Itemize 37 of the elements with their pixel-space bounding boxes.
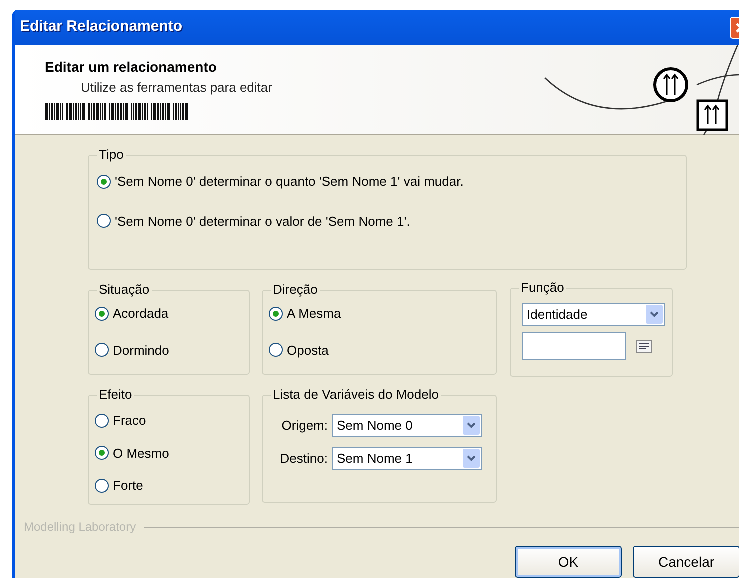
chevron-down-icon[interactable] — [463, 449, 480, 468]
header-title: Editar um relacionamento — [45, 58, 218, 77]
text-lines-icon[interactable] — [636, 340, 652, 352]
radio-icon[interactable] — [269, 343, 283, 358]
radio-option[interactable]: Acordada — [95, 304, 249, 324]
radio-option[interactable]: Fraco — [95, 411, 249, 430]
radio-icon[interactable] — [95, 414, 109, 428]
chevron-down-icon[interactable] — [646, 305, 663, 324]
radio-option[interactable]: O Mesmo — [95, 444, 249, 463]
dropdown[interactable]: Sem Nome 1 — [332, 447, 482, 470]
dropdown[interactable]: Identidade — [522, 303, 665, 326]
radio-icon[interactable] — [95, 446, 109, 460]
radio-icon[interactable] — [95, 343, 109, 358]
group-label: Tipo — [97, 147, 126, 163]
radio-option[interactable]: 'Sem Nome 0' determinar o quanto 'Sem Nome 1' vai mudar. — [97, 172, 686, 192]
group-label: Situação — [97, 282, 152, 298]
group-label: Função — [519, 280, 566, 296]
radio-icon[interactable] — [95, 478, 109, 493]
dropdown[interactable]: Sem Nome 0 — [332, 414, 482, 437]
text-field[interactable] — [522, 332, 626, 360]
radio-icon[interactable] — [269, 306, 283, 321]
window-title: Editar Relacionamento — [20, 17, 184, 38]
radio-option[interactable]: Forte — [95, 476, 249, 496]
chevron-down-icon[interactable] — [463, 416, 480, 435]
header-subtitle: Utilize as ferramentas para editar — [80, 79, 272, 97]
radio-icon[interactable] — [95, 306, 109, 321]
radio-option[interactable]: Oposta — [269, 340, 496, 360]
radio-icon[interactable] — [97, 214, 111, 228]
field-label: Destino: — [280, 450, 328, 468]
group-label: Direção — [271, 282, 320, 298]
radio-icon[interactable] — [97, 174, 111, 189]
radio-option[interactable]: 'Sem Nome 0' determinar o valor de 'Sem Nome 1'. — [97, 212, 686, 231]
dialog-button[interactable]: OK — [515, 546, 622, 578]
radio-option[interactable]: Dormindo — [95, 340, 249, 360]
dialog-button[interactable]: Cancelar — [633, 546, 739, 578]
field-label: Origem: — [282, 416, 328, 435]
radio-option[interactable]: A Mesma — [269, 304, 496, 324]
